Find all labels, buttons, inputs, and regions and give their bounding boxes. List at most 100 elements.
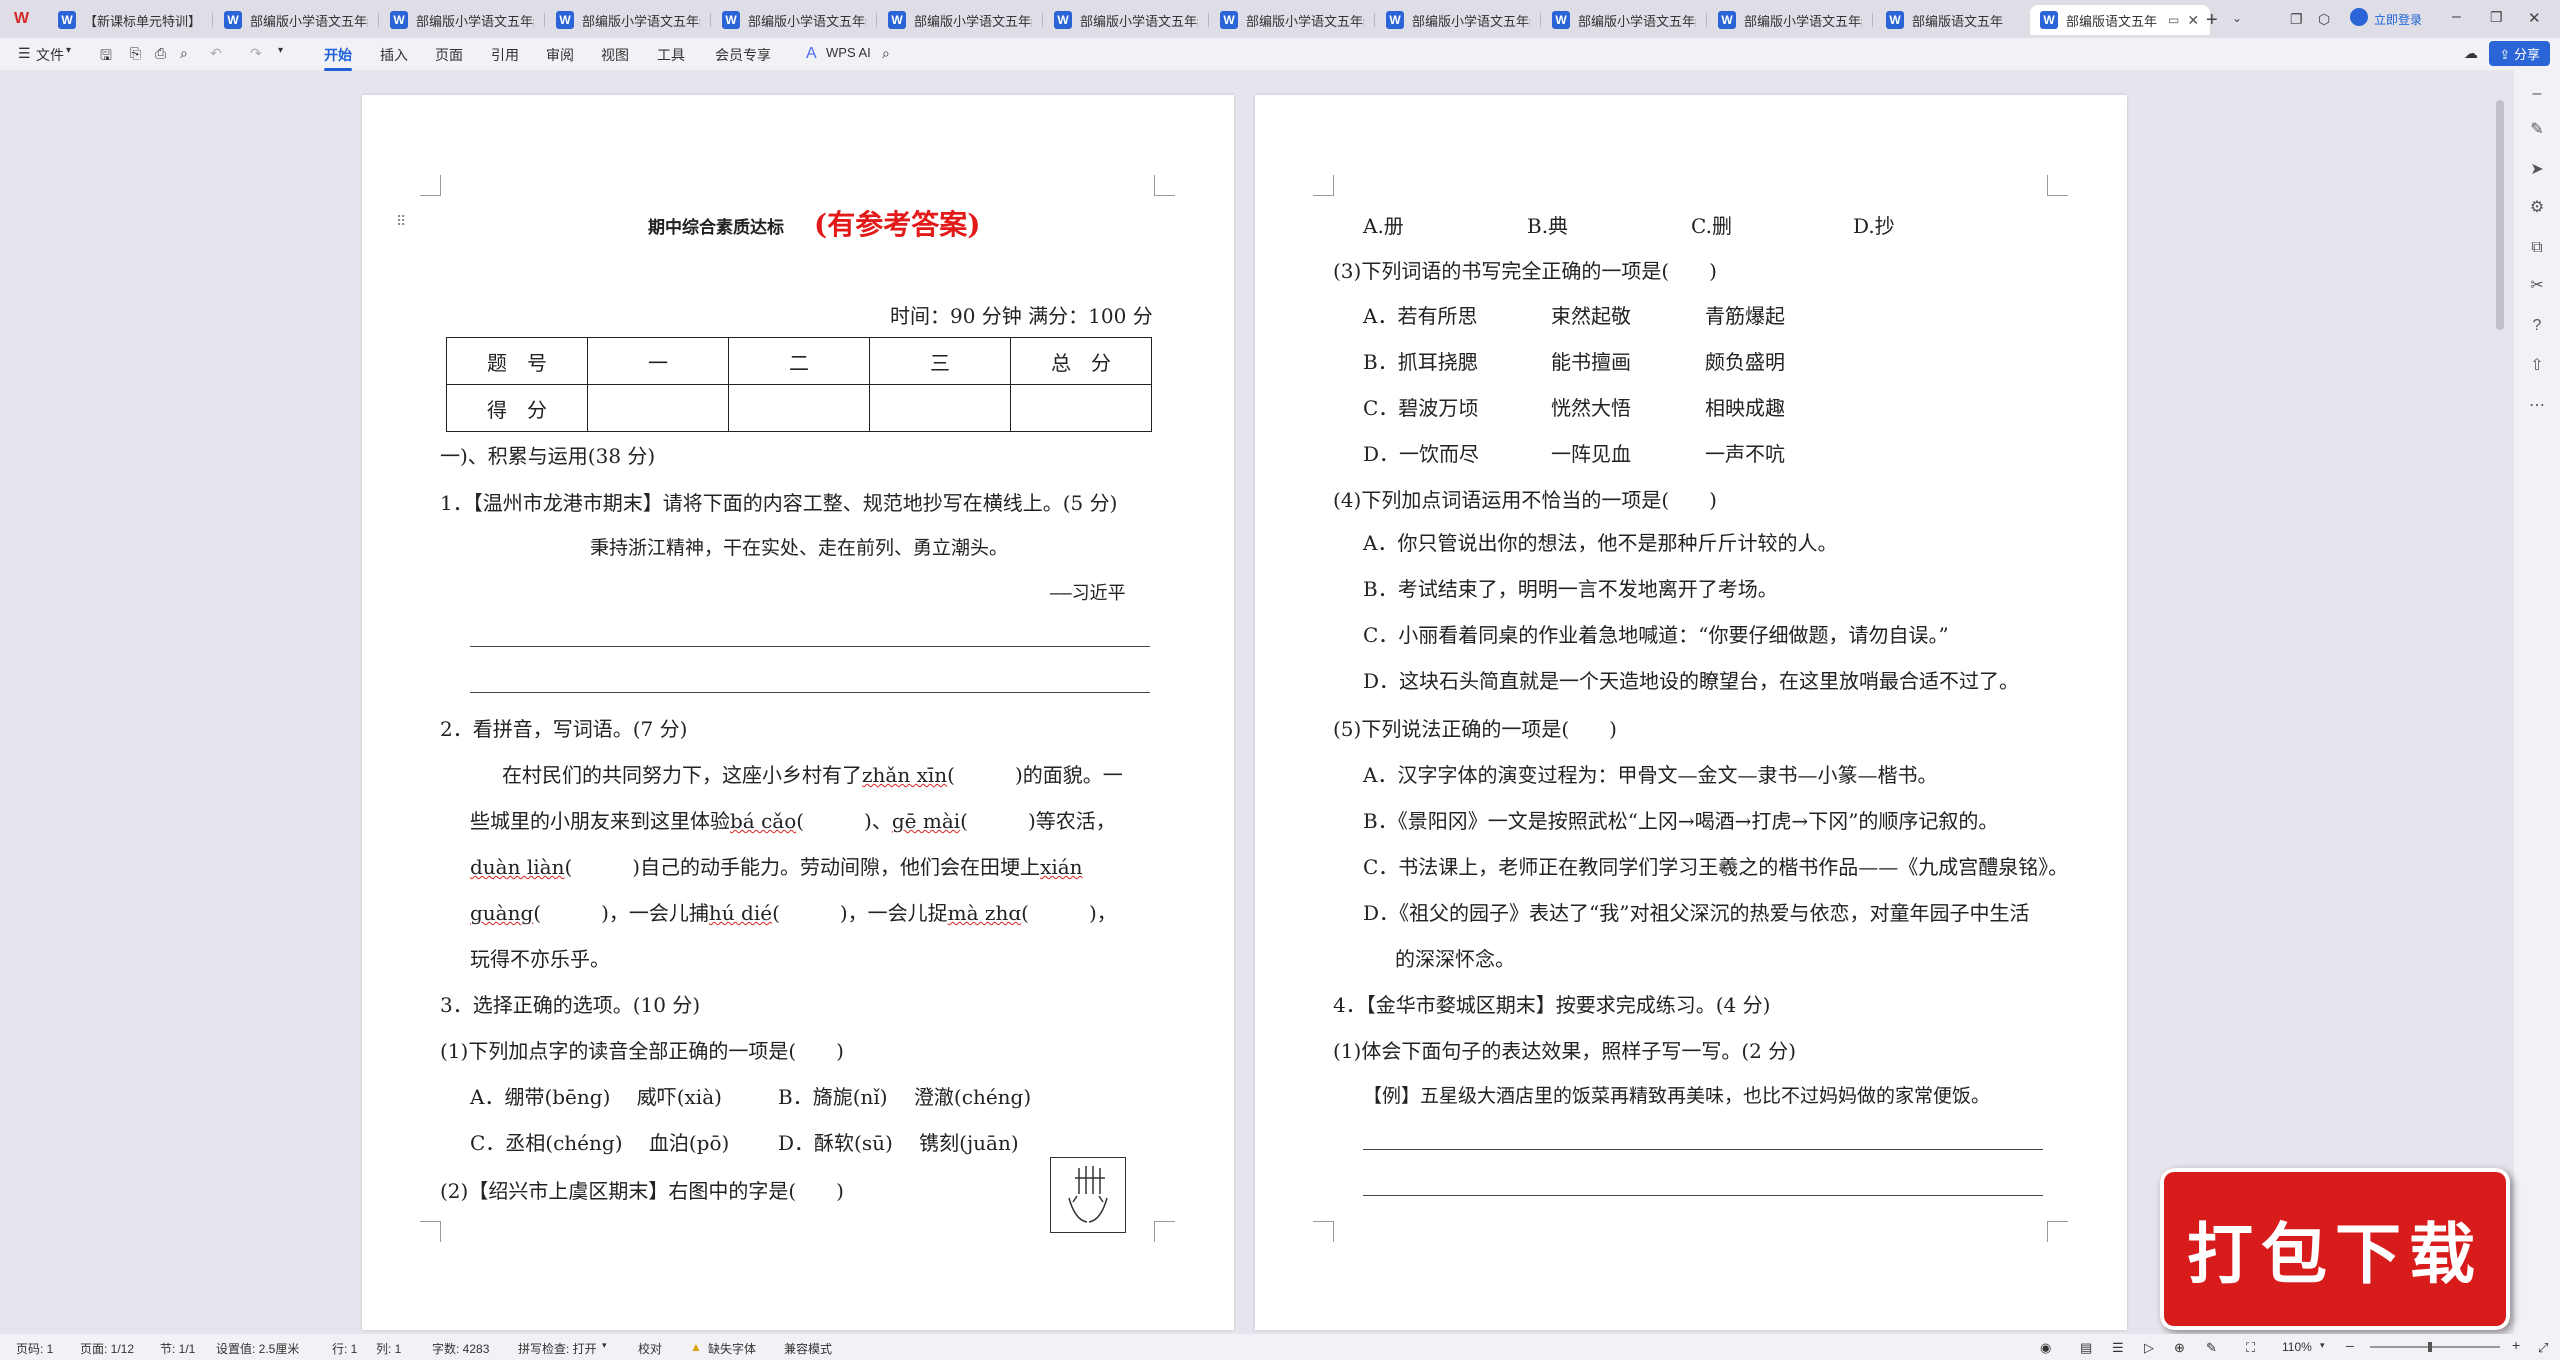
chevron-down-icon[interactable]: ▾ [66,45,71,56]
download-stamp[interactable]: 打包下载 [2160,1168,2510,1330]
cursor-icon[interactable]: ➤ [2527,160,2547,180]
status-proof[interactable]: 校对 [638,1340,662,1357]
login-link[interactable]: 立即登录 [2374,11,2422,28]
translate-icon[interactable]: ⧉ [2527,238,2547,258]
menu-reference[interactable]: 引用 [491,45,519,65]
share-button[interactable]: ⇪ 分享 [2489,41,2550,66]
tab-7[interactable]: W 部编版小学语文五年级 [1210,5,1370,35]
chevron-down-icon[interactable]: ▾ [278,45,283,56]
file-menu[interactable]: 文件 [36,45,64,65]
drag-handle-icon[interactable]: ⠿ [396,213,406,230]
fit-icon[interactable]: ⛶ [2246,1340,2255,1356]
answer-line[interactable] [470,646,1150,647]
status-spell[interactable]: 拼写检查: 打开 [518,1340,597,1357]
table-cell[interactable] [587,384,729,432]
table-cell[interactable] [869,384,1011,432]
status-words[interactable]: 字数: 4283 [432,1340,489,1357]
status-setting[interactable]: 设置值: 2.5厘米 [216,1340,299,1357]
tab-6[interactable]: W 部编版小学语文五年级 [1044,5,1204,35]
wps-ai-icon[interactable]: A [806,45,817,63]
word-doc-icon: W [390,11,408,29]
close-icon[interactable]: ✕ [2187,12,2199,29]
search-icon[interactable]: ⌕ [882,45,890,62]
zoom-slider-thumb[interactable] [2428,1342,2432,1352]
tab-2[interactable]: W 部编版小学语文五年级 [380,5,540,35]
fullscreen-icon[interactable]: ⤢ [2538,1340,2548,1356]
more-icon[interactable]: ⋯ [2527,396,2547,416]
menu-view[interactable]: 视图 [601,45,629,65]
tab-0[interactable]: W 【新课标单元特训】 [48,5,208,35]
tab-active[interactable]: W 部编版语文五年 ▭ ✕ [2030,5,2210,35]
pen-icon[interactable]: ✎ [2206,1340,2217,1356]
status-missing-font[interactable]: 缺失字体 [708,1340,756,1357]
menu-insert[interactable]: 插入 [380,45,408,65]
wps-logo-icon[interactable]: W [14,10,34,28]
tab-3[interactable]: W 部编版小学语文五年级 [546,5,706,35]
tab-9[interactable]: W 部编版小学语文五年级 [1542,5,1702,35]
answer-line[interactable] [1363,1149,2043,1150]
menu-review[interactable]: 审阅 [546,45,574,65]
status-col[interactable]: 列: 1 [376,1340,401,1357]
chevron-down-icon[interactable]: ▾ [2320,1340,2325,1351]
table-cell[interactable] [1010,384,1152,432]
cloud-icon[interactable]: ☁ [2464,45,2478,62]
document-page-1: ⠿ 期中综合素质达标 (有参考答案) 时间：90 分钟 满分：100 分 题 号… [362,95,1234,1330]
window-close-icon[interactable]: ✕ [2528,9,2541,27]
status-row[interactable]: 行: 1 [332,1340,357,1357]
status-page-code[interactable]: 页码: 1 [16,1340,53,1357]
monitor-icon[interactable]: ▭ [2168,13,2179,27]
restore-icon[interactable]: ❐ [2490,9,2503,26]
tab-10[interactable]: W 部编版小学语文五年级 [1708,5,1868,35]
page-view-icon[interactable]: ▤ [2080,1340,2092,1356]
outline-view-icon[interactable]: ☰ [2112,1340,2124,1356]
redo-icon[interactable]: ↷ [250,45,262,62]
tab-1[interactable]: W 部编版小学语文五年级 [214,5,374,35]
table-cell[interactable] [728,384,870,432]
save-icon[interactable]: 🖫 [100,45,112,69]
menu-vip[interactable]: 会员专享 [715,45,771,65]
collapse-icon[interactable]: – [2527,84,2547,104]
tools-icon[interactable]: ✂ [2527,276,2547,296]
wps-ai-button[interactable]: WPS AI [826,45,871,60]
hamburger-icon[interactable]: ☰ [18,45,31,62]
zoom-in-icon[interactable]: + [2512,1337,2520,1353]
share-icon[interactable]: ⇧ [2527,356,2547,376]
status-section[interactable]: 节: 1/1 [160,1340,195,1357]
print-preview-icon[interactable]: ⌕ [180,45,188,62]
status-compat[interactable]: 兼容模式 [784,1340,832,1357]
status-page[interactable]: 页面: 1/12 [80,1340,134,1357]
stamp-text: 打包下载 [2187,1215,2483,1293]
zoom-level[interactable]: 110% [2282,1340,2312,1354]
minimize-icon[interactable]: – [2452,8,2461,26]
menu-tools[interactable]: 工具 [657,45,685,65]
print-icon[interactable]: ⎙ [155,45,166,62]
menu-home[interactable]: 开始 [324,45,352,71]
undo-icon[interactable]: ↶ [210,45,222,62]
zoom-out-icon[interactable]: – [2346,1337,2354,1353]
answer-line[interactable] [1363,1195,2043,1196]
cube-icon[interactable]: ⬡ [2318,11,2330,28]
new-tab-icon[interactable]: + [2206,9,2218,32]
eye-icon[interactable]: ◉ [2040,1340,2051,1356]
table-header-cell: 三 [869,337,1011,385]
settings-icon[interactable]: ⚙ [2527,198,2547,218]
tab-5[interactable]: W 部编版小学语文五年级 [878,5,1038,35]
export-icon[interactable]: ⎘ [130,45,141,62]
vertical-scrollbar[interactable] [2496,100,2504,330]
zoom-slider[interactable] [2370,1342,2500,1352]
chevron-down-icon[interactable]: ⌄ [2232,11,2242,25]
tab-4[interactable]: W 部编版小学语文五年级 [712,5,872,35]
menu-page[interactable]: 页面 [435,45,463,65]
chevron-down-icon[interactable]: ▾ [602,1340,607,1351]
help-icon[interactable]: ? [2527,316,2547,336]
tab-11[interactable]: W 部编版语文五年 [1876,5,2026,35]
window-icon[interactable]: ❐ [2290,11,2303,28]
avatar[interactable] [2350,8,2368,26]
tab-8[interactable]: W 部编版小学语文五年级 [1376,5,1536,35]
tab-separator [1706,13,1707,27]
pen-icon[interactable]: ✎ [2527,120,2547,140]
warning-icon: ▲ [690,1340,702,1354]
play-icon[interactable]: ▷ [2144,1340,2154,1356]
answer-line[interactable] [470,692,1150,693]
web-view-icon[interactable]: ⊕ [2174,1340,2185,1356]
